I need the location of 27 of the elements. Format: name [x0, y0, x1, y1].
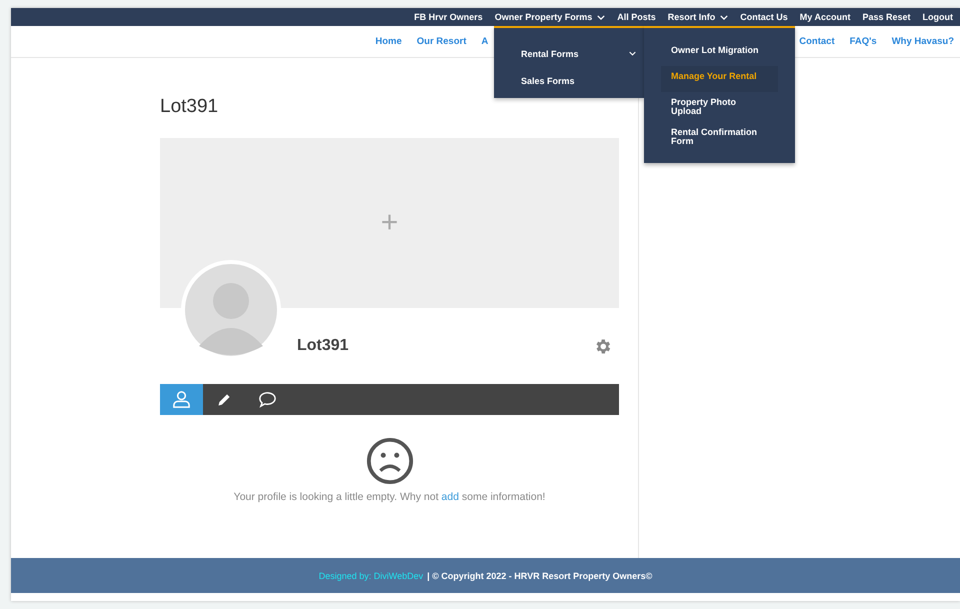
empty-profile-message: Your profile is looking a little empty. Why not add some information! [234, 491, 546, 503]
top-menu-item[interactable]: FB Hrvr Owners [414, 12, 483, 22]
submenu-item[interactable]: Manage Your Rental [661, 66, 778, 92]
dropdown-item[interactable]: Sales Forms [494, 67, 644, 94]
sad-face-icon [366, 437, 414, 485]
top-menu-item[interactable]: All Posts [617, 12, 656, 22]
profile-name: Lot391 [297, 337, 349, 355]
main-menu-item[interactable]: A [481, 36, 488, 47]
submenu-item[interactable]: Owner Lot Migration [661, 40, 778, 66]
top-menu-item[interactable]: Owner Property Forms [494, 12, 606, 22]
top-menu-item[interactable]: Logout [922, 12, 953, 22]
submenu-item[interactable]: Property Photo Upload [661, 92, 778, 122]
main-menu-item[interactable]: Home [375, 36, 402, 47]
speech-bubble-icon [258, 390, 277, 409]
top-menu-item[interactable]: Contact Us [740, 12, 788, 22]
main-menu-item[interactable]: FAQ's [850, 36, 877, 47]
main-menu-item[interactable]: Why Havasu? [892, 36, 954, 47]
top-menu-item[interactable]: Resort Info [668, 12, 728, 22]
copyright-text: | © Copyright 2022 - HRVR Resort Property Owners© [427, 570, 652, 580]
top-menu-item[interactable]: Pass Reset [862, 12, 910, 22]
user-icon [172, 390, 191, 409]
main-menu-item[interactable]: Our Resort [416, 36, 466, 47]
main-menu-item[interactable]: Contact [799, 36, 835, 47]
page-title: Lot391 [160, 96, 220, 118]
dropdown-item[interactable]: Rental Forms [494, 40, 644, 67]
top-menu-item[interactable]: My Account [800, 12, 850, 22]
submenu-item[interactable]: Rental Confirmation Form [661, 122, 778, 152]
